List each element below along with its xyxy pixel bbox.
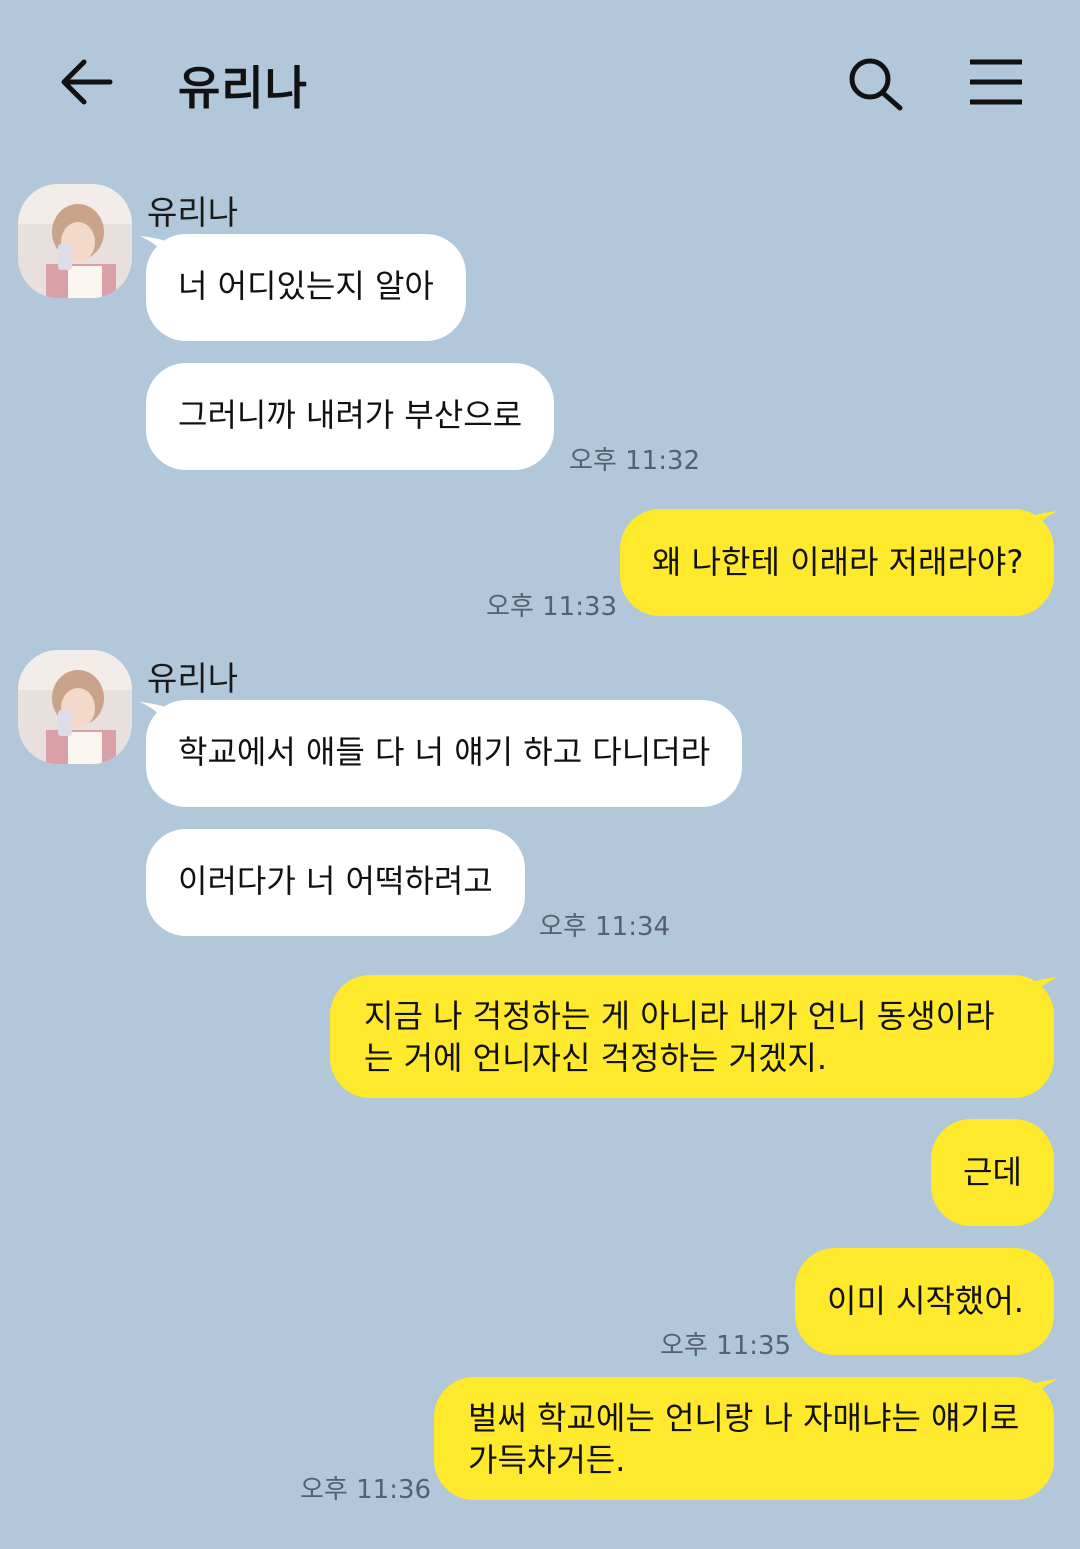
message-bubble[interactable]: 너 어디있는지 알아 [146, 234, 466, 341]
message-timestamp: 오후 11:33 [486, 592, 618, 622]
sender-name: 유리나 [147, 659, 239, 698]
message-timestamp: 오후 11:32 [569, 446, 701, 476]
chat-title: 유리나 [178, 61, 308, 115]
message-bubble[interactable]: 벌써 학교에는 언니랑 나 자매냐는 얘기로 가득차거든. [434, 1377, 1054, 1500]
avatar[interactable] [18, 184, 132, 298]
search-icon [849, 58, 903, 111]
message-bubble[interactable]: 근데 [931, 1119, 1054, 1226]
message-bubble[interactable]: 지금 나 걱정하는 게 아니라 내가 언니 동생이라는 거에 언니자신 걱정하는… [330, 975, 1054, 1098]
message-bubble[interactable]: 이러다가 너 어떡하려고 [146, 829, 525, 936]
bubble-tail [1030, 977, 1058, 1003]
back-button[interactable] [52, 50, 122, 120]
profile-photo-icon [18, 184, 132, 298]
chat-header: 유리나 [0, 0, 1080, 168]
message-bubble[interactable]: 이미 시작했어. [795, 1248, 1054, 1355]
sender-name: 유리나 [147, 193, 239, 232]
bubble-tail [1030, 511, 1058, 537]
message-timestamp: 오후 11:35 [660, 1331, 792, 1361]
message-bubble[interactable]: 왜 나한테 이래라 저래라야? [620, 509, 1054, 616]
message-bubble[interactable]: 그러니까 내려가 부산으로 [146, 363, 555, 470]
bubble-tail [1030, 1379, 1058, 1405]
hamburger-menu-icon [970, 59, 1022, 105]
search-button[interactable] [840, 50, 910, 120]
profile-photo-icon [18, 650, 132, 764]
message-timestamp: 오후 11:36 [300, 1475, 432, 1505]
message-bubble[interactable]: 학교에서 애들 다 너 얘기 하고 다니더라 [146, 700, 743, 807]
menu-button[interactable] [962, 52, 1030, 116]
avatar[interactable] [18, 650, 132, 764]
message-timestamp: 오후 11:34 [539, 912, 671, 942]
arrow-left-icon [61, 59, 113, 105]
